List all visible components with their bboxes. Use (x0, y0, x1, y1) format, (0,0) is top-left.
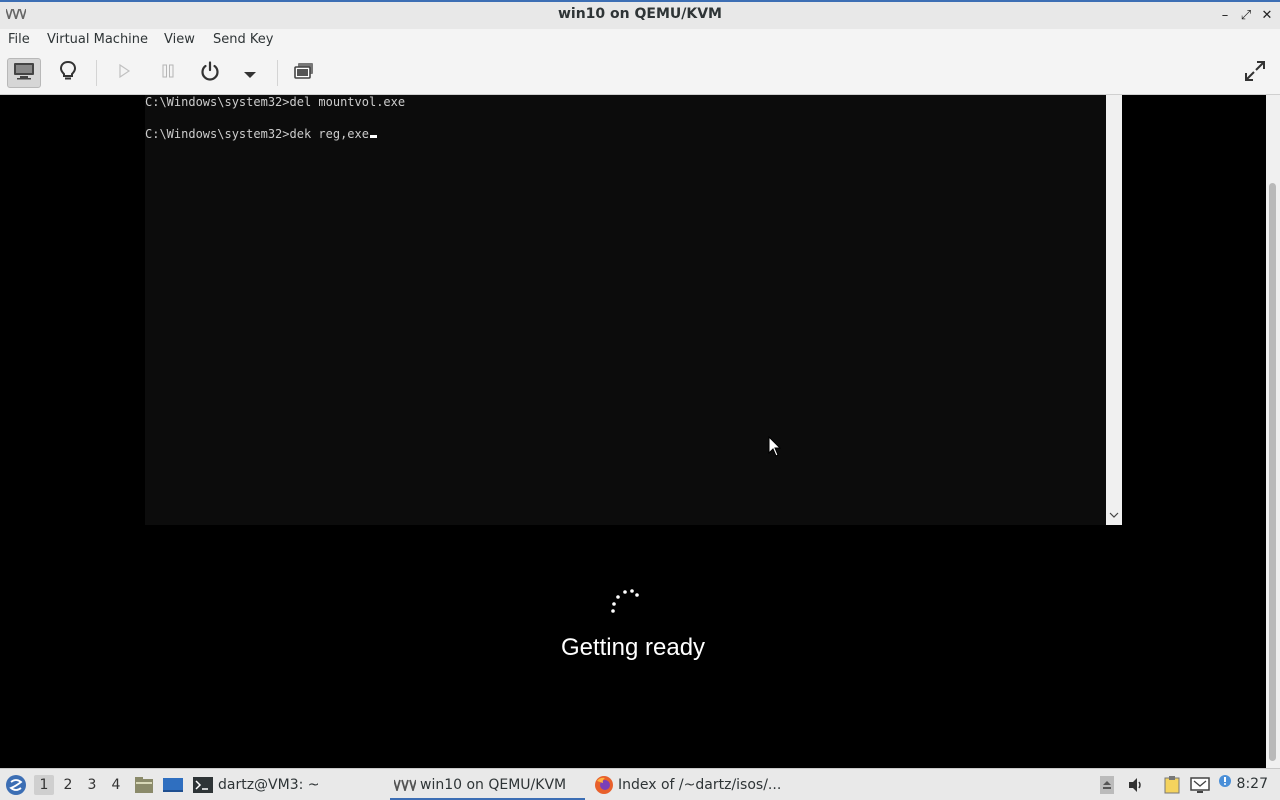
run-button[interactable] (107, 58, 141, 88)
tray-network[interactable] (1190, 776, 1210, 798)
task-label: win10 on QEMU/KVM (420, 776, 567, 793)
window-title: win10 on QEMU/KVM (557, 6, 722, 22)
power-icon (199, 60, 221, 86)
play-icon (116, 63, 132, 83)
scroll-down-arrow-icon[interactable] (1109, 511, 1119, 522)
fullscreen-icon (1243, 59, 1267, 87)
toolbar-separator (277, 60, 278, 86)
clock[interactable]: 8:27 (1237, 776, 1268, 792)
menu-virtual-machine[interactable]: Virtual Machine (47, 32, 148, 47)
task-virt-manager[interactable]: win10 on QEMU/KVM (390, 769, 585, 800)
tray-clipboard[interactable] (1163, 776, 1181, 798)
network-icon (1190, 777, 1210, 793)
maximize-button[interactable]: ⤢ (1237, 7, 1255, 25)
terminal-icon (193, 776, 213, 793)
toolbar (0, 52, 1280, 95)
tray-notifications[interactable] (1217, 774, 1233, 796)
getting-ready-text: Getting ready (560, 634, 706, 661)
shutdown-button[interactable] (193, 58, 227, 88)
minimize-button[interactable]: – (1216, 7, 1234, 25)
eject-icon (1100, 776, 1114, 794)
console-line: C:\Windows\system32>del mountvol.exe (145, 95, 406, 109)
command-prompt-window[interactable]: C:\Windows\system32>del mountvol.exe C:\… (145, 95, 1106, 525)
dropdown-arrow-icon (244, 64, 256, 83)
workspace-4[interactable]: 4 (106, 775, 126, 795)
task-firefox[interactable]: Index of /~dartz/isos/... (594, 769, 794, 800)
workspace-2[interactable]: 2 (58, 775, 78, 795)
toolbar-separator (96, 60, 97, 86)
show-console-button[interactable] (7, 58, 41, 88)
console-line-current: C:\Windows\system32>dek reg,exe (145, 127, 377, 141)
fullscreen-button[interactable] (1238, 58, 1272, 88)
snapshots-button[interactable] (287, 58, 321, 88)
workspace-1[interactable]: 1 (34, 775, 54, 795)
pause-button[interactable] (151, 58, 185, 88)
desktop-icon (163, 778, 183, 792)
vm-scrollbar[interactable] (1266, 95, 1280, 768)
workspace-3[interactable]: 3 (82, 775, 102, 795)
notification-icon (1219, 775, 1231, 787)
taskbar: 1 2 3 4 dartz@VM3: ~ win10 on QEMU/KVM I… (0, 768, 1280, 800)
firefox-icon (595, 775, 613, 794)
menu-send-key[interactable]: Send Key (213, 32, 273, 47)
show-desktop-launcher[interactable] (162, 776, 184, 798)
close-button[interactable]: ✕ (1258, 7, 1276, 25)
task-label: Index of /~dartz/isos/... (618, 776, 782, 793)
mouse-pointer-icon (768, 436, 782, 457)
vm-display[interactable]: C:\Windows\system32>del mountvol.exe C:\… (0, 95, 1266, 768)
snapshots-icon (293, 61, 315, 85)
loading-spinner-icon (611, 589, 639, 613)
virt-manager-icon (394, 779, 416, 791)
start-menu-button[interactable] (5, 774, 27, 800)
text-cursor (369, 135, 377, 138)
window-titlebar[interactable]: win10 on QEMU/KVM – ⤢ ✕ (0, 0, 1280, 29)
tray-volume[interactable] (1127, 776, 1145, 798)
menu-bar: File Virtual Machine View Send Key (0, 29, 1280, 52)
menu-view[interactable]: View (164, 32, 195, 47)
task-terminal[interactable]: dartz@VM3: ~ (193, 769, 383, 800)
shutdown-menu-button[interactable] (233, 58, 267, 88)
volume-icon (1129, 778, 1141, 792)
task-label: dartz@VM3: ~ (218, 776, 320, 793)
start-menu-icon (6, 775, 26, 795)
clipboard-icon (1164, 776, 1180, 794)
lightbulb-icon (59, 60, 77, 86)
file-manager-launcher[interactable] (134, 776, 154, 798)
show-details-button[interactable] (51, 58, 85, 88)
tray-updates[interactable] (1100, 776, 1114, 798)
console-input-text: C:\Windows\system32>dek reg,exe (145, 127, 369, 141)
file-manager-icon (135, 777, 153, 793)
pause-icon (160, 63, 176, 83)
vm-scrollbar-thumb[interactable] (1269, 183, 1276, 761)
console-icon (13, 62, 35, 84)
menu-file[interactable]: File (8, 32, 30, 47)
console-scrollbar[interactable] (1106, 95, 1122, 525)
